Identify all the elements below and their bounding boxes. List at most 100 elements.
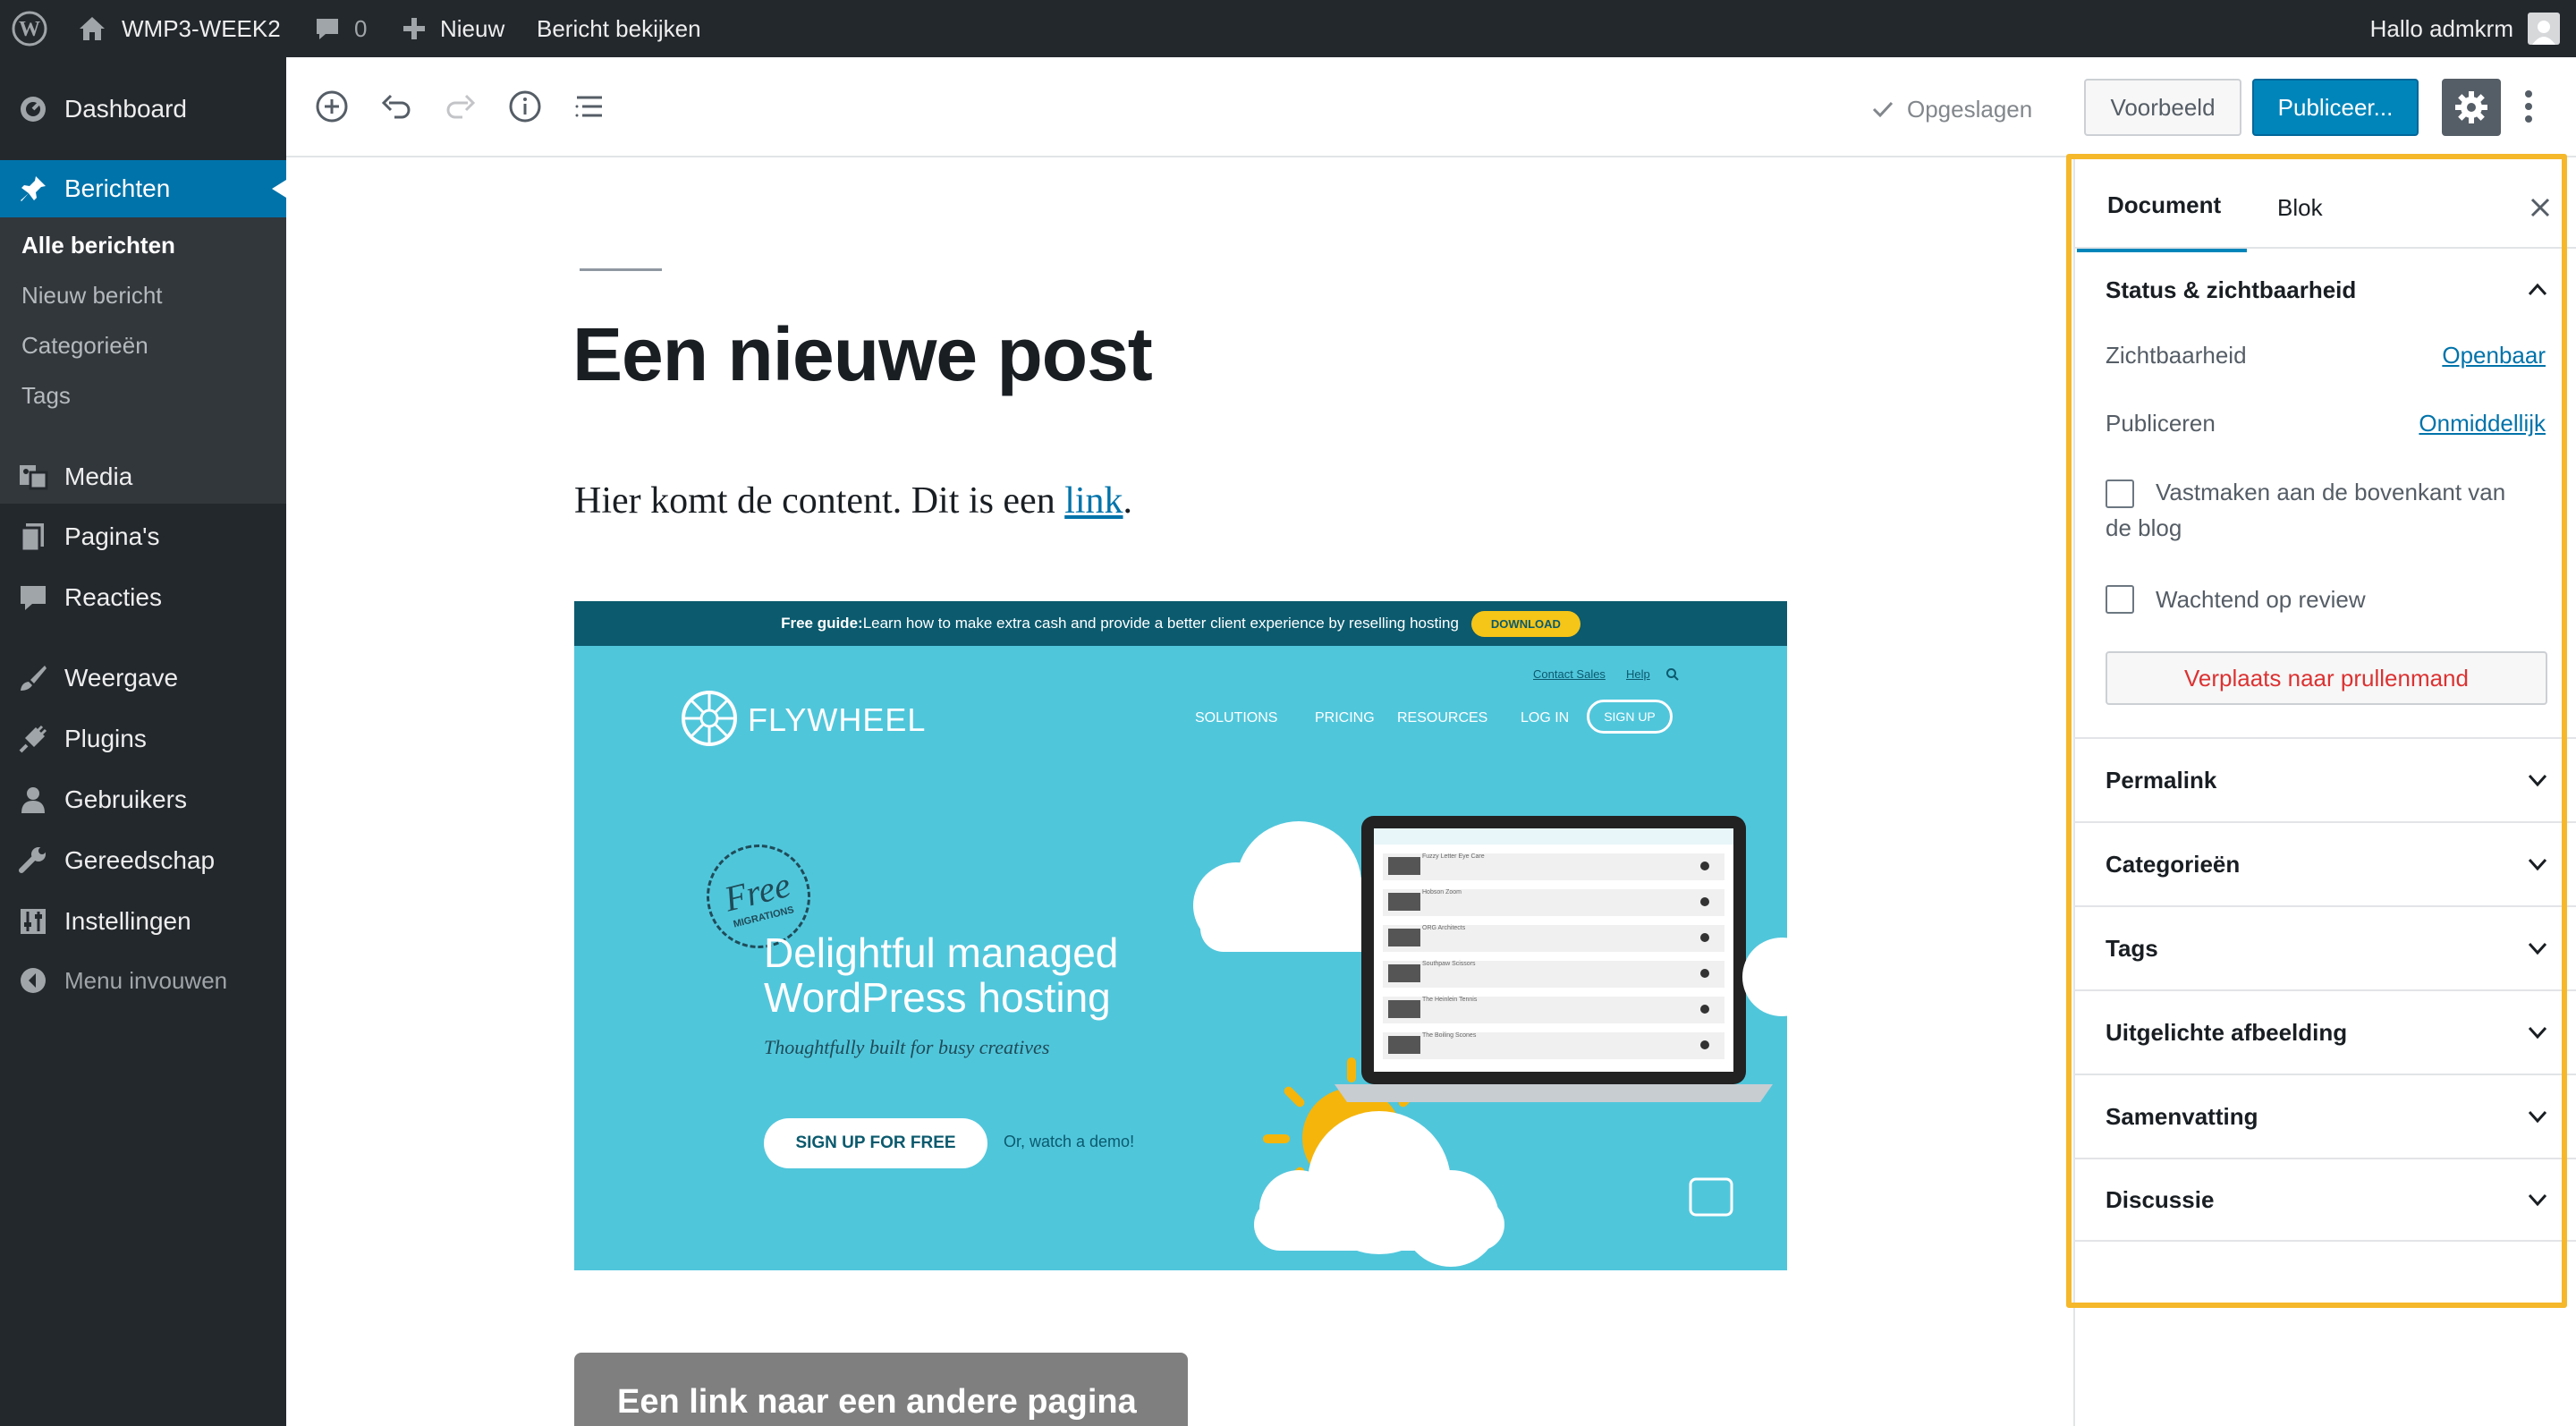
- panel-title-featured-image: Uitgelichte afbeelding: [2106, 1018, 2348, 1046]
- menu-item-pages[interactable]: Pagina's: [0, 508, 286, 565]
- submenu-tags[interactable]: Tags: [21, 382, 71, 410]
- menu-item-media[interactable]: Media: [0, 448, 286, 505]
- menu-item-tools[interactable]: Gereedschap: [0, 832, 286, 889]
- menu-item-appearance[interactable]: Weergave: [0, 649, 286, 707]
- laptop-row-2: ORG Architects: [1422, 925, 1466, 931]
- image-signup-button: SIGN UP: [1587, 700, 1673, 734]
- hero-tagline: Thoughtfully built for busy creatives: [764, 1036, 1050, 1058]
- chevron-down-icon: [2528, 858, 2547, 871]
- media-icon: [16, 460, 50, 494]
- plus-icon: [403, 18, 425, 39]
- menu-item-users[interactable]: Gebruikers: [0, 771, 286, 828]
- publish-date-toggle[interactable]: Onmiddellijk: [2419, 410, 2546, 437]
- panel-excerpt[interactable]: Samenvatting: [2075, 1074, 2576, 1158]
- redo-icon[interactable]: [438, 84, 483, 129]
- collapse-arrow-icon: [16, 963, 50, 997]
- editor-toolbar: Opgeslagen Voorbeeld Publiceer...: [286, 57, 2576, 157]
- menu-item-comments[interactable]: Reacties: [0, 569, 286, 626]
- tab-document[interactable]: Document: [2077, 163, 2247, 252]
- promo-banner-prefix: Free guide:: [781, 615, 863, 632]
- info-icon[interactable]: [503, 84, 547, 129]
- paragraph-text: Hier komt de content. Dit is een: [574, 480, 1065, 522]
- menu-item-plugins[interactable]: Plugins: [0, 710, 286, 768]
- menu-label-users: Gebruikers: [64, 785, 187, 813]
- publish-button[interactable]: Publiceer...: [2252, 79, 2419, 136]
- paragraph-link[interactable]: link: [1064, 480, 1123, 522]
- paintbrush-icon: [16, 661, 50, 695]
- greeting: Hallo admkrm: [2369, 14, 2513, 42]
- panel-discussion[interactable]: Discussie: [2075, 1158, 2576, 1242]
- menu-label-plugins: Plugins: [64, 725, 147, 752]
- users-icon: [16, 783, 50, 817]
- settings-toggle-button[interactable]: [2442, 79, 2501, 136]
- dashboard-gauge-icon: [16, 92, 50, 126]
- menu-collapse[interactable]: Menu invouwen: [0, 952, 286, 1009]
- paragraph-block[interactable]: Hier komt de content. Dit is een link.: [574, 480, 1132, 522]
- site-home-link[interactable]: WMP3-WEEK2: [77, 0, 281, 57]
- site-name: WMP3-WEEK2: [122, 14, 281, 42]
- new-content-link[interactable]: Nieuw: [401, 0, 504, 57]
- move-to-trash-button[interactable]: Verplaats naar prullenmand: [2106, 651, 2547, 705]
- preview-label: Voorbeeld: [2110, 93, 2216, 121]
- block-navigation-icon[interactable]: [567, 84, 612, 129]
- panel-title-permalink: Permalink: [2106, 766, 2217, 794]
- hero-headline: Delightful managed WordPress hosting: [764, 930, 1118, 1020]
- post-title[interactable]: Een nieuwe post: [572, 311, 1153, 398]
- wordpress-logo-icon[interactable]: W: [11, 0, 48, 57]
- close-sidebar-icon[interactable]: [2522, 190, 2558, 225]
- help-link: Help: [1626, 667, 1650, 681]
- visibility-label: Zichtbaarheid: [2106, 342, 2247, 369]
- image-block[interactable]: Free guide: Learn how to make extra cash…: [574, 601, 1787, 1270]
- panel-tags[interactable]: Tags: [2075, 905, 2576, 989]
- comments-link[interactable]: 0: [313, 0, 367, 57]
- saved-state: Opgeslagen: [1869, 91, 2032, 127]
- saved-label: Opgeslagen: [1907, 95, 2033, 123]
- panel-featured-image[interactable]: Uitgelichte afbeelding: [2075, 989, 2576, 1074]
- image-nav-3: LOG IN: [1521, 710, 1570, 726]
- view-post-link[interactable]: Bericht bekijken: [537, 0, 701, 57]
- home-icon: [80, 17, 105, 40]
- menu-label-tools: Gereedschap: [64, 846, 216, 874]
- panel-title-tags: Tags: [2106, 934, 2158, 962]
- undo-icon[interactable]: [374, 84, 419, 129]
- menu-label-comments: Reacties: [64, 583, 162, 611]
- submenu-new-post[interactable]: Nieuw bericht: [21, 282, 163, 310]
- menu-item-berichten[interactable]: Berichten: [0, 160, 286, 217]
- contact-sales-link: Contact Sales: [1533, 667, 1606, 681]
- visibility-toggle[interactable]: Openbaar: [2442, 342, 2546, 369]
- panel-status-visibility[interactable]: Status & zichtbaarheid: [2075, 247, 2576, 331]
- comments-icon: [16, 581, 50, 615]
- menu-label-settings: Instellingen: [64, 907, 191, 935]
- submenu-all-posts[interactable]: Alle berichten: [21, 232, 175, 259]
- menu-label-media: Media: [64, 463, 133, 490]
- panel-permalink[interactable]: Permalink: [2075, 737, 2576, 821]
- sticky-label: Vastmaken aan de bovenkant van de blog: [2106, 479, 2506, 541]
- pushpin-icon: [16, 172, 50, 206]
- menu-item-settings[interactable]: Instellingen: [0, 893, 286, 950]
- pending-review-checkbox[interactable]: [2106, 585, 2134, 614]
- add-block-icon[interactable]: [309, 84, 354, 129]
- paragraph-end: .: [1123, 480, 1133, 522]
- laptop-row-0: Fuzzy Letter Eye Care: [1422, 853, 1485, 860]
- menu-label-dashboard: Dashboard: [64, 95, 187, 123]
- preview-button[interactable]: Voorbeeld: [2084, 79, 2241, 136]
- pages-icon: [16, 520, 50, 554]
- submenu-categories[interactable]: Categorieën: [21, 332, 148, 360]
- laptop-row-4: The Heinlein Tennis: [1422, 997, 1478, 1003]
- avatar: [2528, 13, 2560, 45]
- my-account-link[interactable]: Hallo admkrm: [2370, 0, 2560, 57]
- image-nav-0: SOLUTIONS: [1195, 710, 1278, 726]
- menu-item-dashboard[interactable]: Dashboard: [0, 81, 286, 138]
- panel-categories[interactable]: Categorieën: [2075, 821, 2576, 905]
- more-options-icon[interactable]: [2515, 84, 2542, 129]
- menu-label-pages: Pagina's: [64, 522, 160, 550]
- comment-bubble-icon: [317, 19, 338, 39]
- gear-icon: [2455, 91, 2487, 123]
- title-separator: [580, 268, 662, 271]
- panel-title-excerpt: Samenvatting: [2106, 1102, 2258, 1130]
- chevron-down-icon: [2528, 942, 2547, 955]
- settings-sliders-icon: [16, 904, 50, 938]
- tab-block[interactable]: Blok: [2261, 163, 2360, 252]
- admin-menu: Dashboard Berichten Alle berichten Nieuw…: [0, 57, 286, 1426]
- button-block[interactable]: Een link naar een andere pagina: [574, 1353, 1188, 1426]
